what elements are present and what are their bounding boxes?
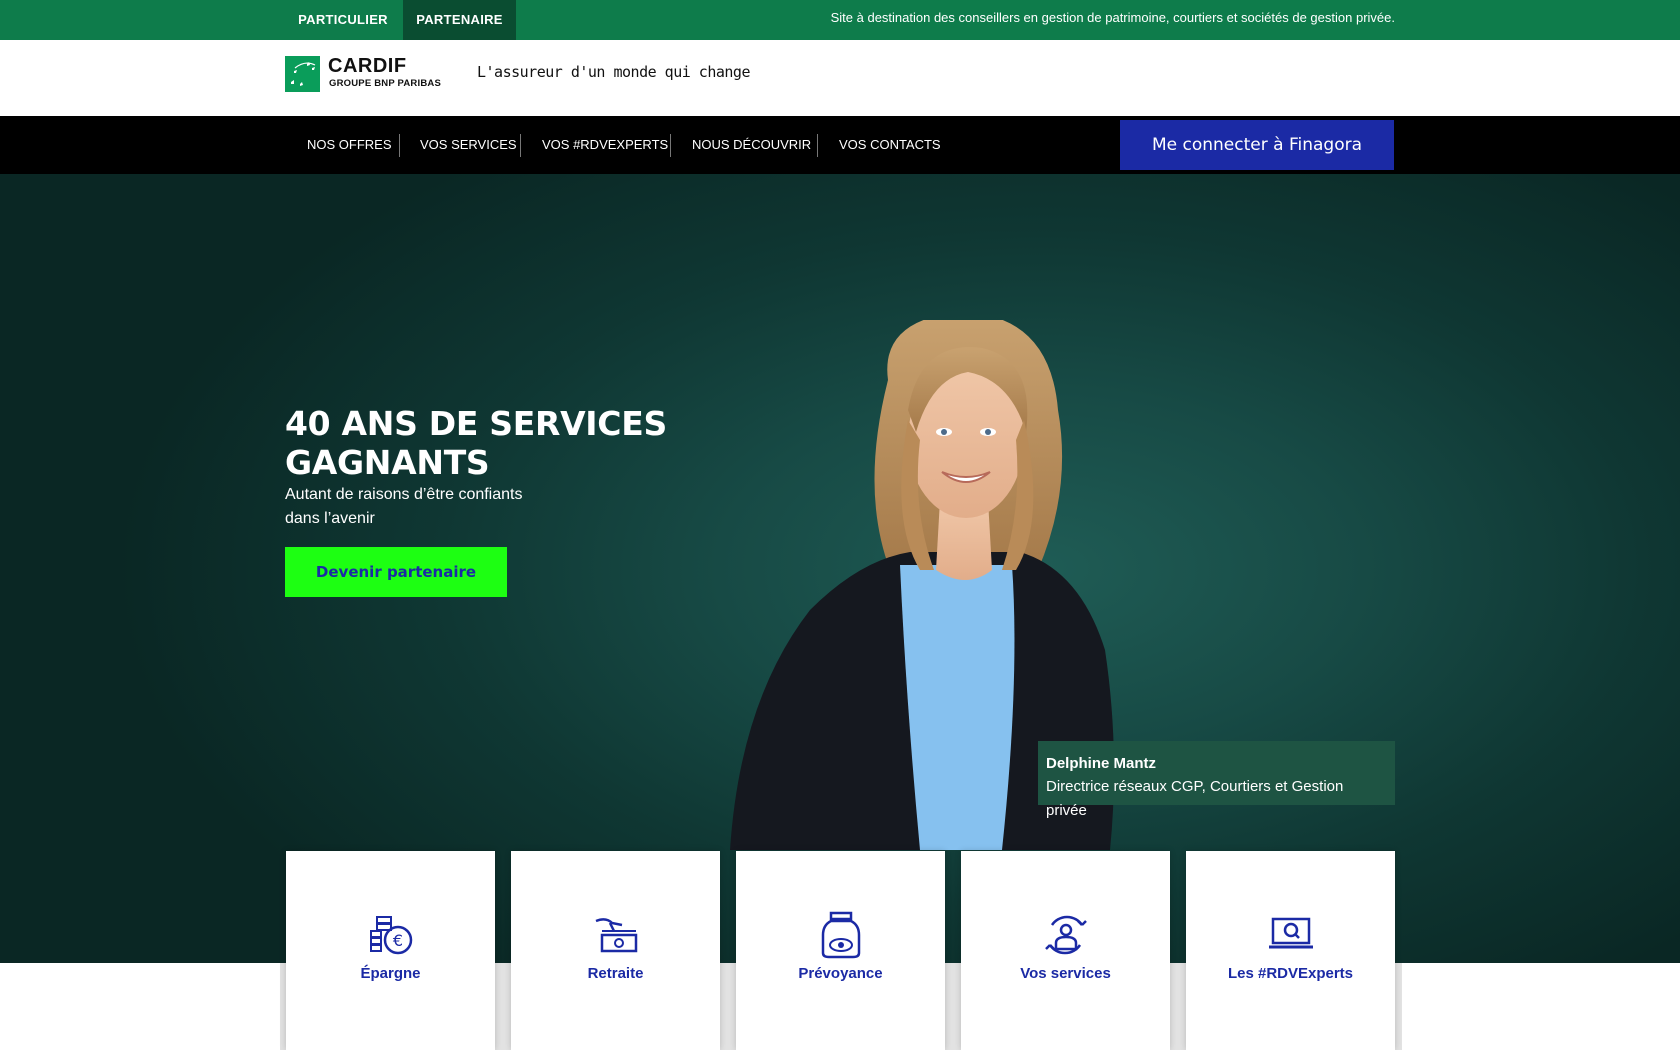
audience-bar: PARTICULIER PARTENAIRE Site à destinatio… <box>0 0 1680 40</box>
card-label: Les #RDVExperts <box>1227 965 1354 982</box>
hero-subtitle: Autant de raisons d’être confiants dans … <box>285 486 523 527</box>
nav-item-vos-rdvexperts[interactable]: VOS #RDVEXPERTS <box>542 116 668 174</box>
page: PARTICULIER PARTENAIRE Site à destinatio… <box>0 0 1680 1050</box>
svg-text:€: € <box>393 931 403 950</box>
card-retraite[interactable]: Retraite <box>511 851 720 1050</box>
nav-item-nos-offres[interactable]: NOS OFFRES <box>307 116 392 174</box>
main-nav: NOS OFFRES VOS SERVICES VOS #RDVEXPERTS … <box>0 116 1680 174</box>
hero-title: 40 ANS DE SERVICES GAGNANTS <box>285 404 667 482</box>
tab-particulier[interactable]: PARTICULIER <box>284 0 402 40</box>
nav-separator <box>399 134 400 157</box>
money-jar-icon <box>821 911 861 959</box>
card-label: Vos services <box>1020 965 1111 982</box>
become-partner-button[interactable]: Devenir partenaire <box>285 547 507 597</box>
card-prevoyance[interactable]: Prévoyance <box>736 851 945 1050</box>
card-epargne[interactable]: € Épargne <box>286 851 495 1050</box>
connect-finagora-button[interactable]: Me connecter à Finagora <box>1120 120 1394 170</box>
nav-separator <box>817 134 818 157</box>
brand-name[interactable]: CARDIF <box>328 56 407 76</box>
nav-separator <box>520 134 521 157</box>
laptop-search-icon <box>1269 917 1313 949</box>
hand-money-icon <box>595 918 638 953</box>
audience-info-text: Site à destination des conseillers en ge… <box>830 10 1395 25</box>
stars-logo-icon[interactable] <box>285 56 320 92</box>
nav-separator <box>670 134 671 157</box>
caption-name: Delphine Mantz <box>1046 755 1157 772</box>
brand-group: GROUPE BNP PARIBAS <box>329 78 441 89</box>
portrait-caption: Delphine Mantz Directrice réseaux CGP, C… <box>1038 741 1395 819</box>
brand-tagline: L'assureur d'un monde qui change <box>477 63 750 81</box>
card-vos-services[interactable]: Vos services <box>961 851 1170 1050</box>
card-label: Épargne <box>360 965 421 982</box>
tab-partenaire[interactable]: PARTENAIRE <box>403 0 516 40</box>
nav-item-nous-decouvrir[interactable]: NOUS DÉCOUVRIR <box>692 116 811 174</box>
user-cycle-icon <box>1045 915 1087 955</box>
card-label: Prévoyance <box>798 965 883 982</box>
header: CARDIF GROUPE BNP PARIBAS L'assureur d'u… <box>0 40 1680 116</box>
caption-role: Directrice réseaux CGP, Courtiers et Ges… <box>1046 778 1344 819</box>
card-label: Retraite <box>587 965 644 982</box>
card-rdvexperts[interactable]: Les #RDVExperts <box>1186 851 1395 1050</box>
nav-item-vos-contacts[interactable]: VOS CONTACTS <box>839 116 941 174</box>
nav-item-vos-services[interactable]: VOS SERVICES <box>420 116 517 174</box>
euro-coins-icon: € <box>370 916 413 955</box>
